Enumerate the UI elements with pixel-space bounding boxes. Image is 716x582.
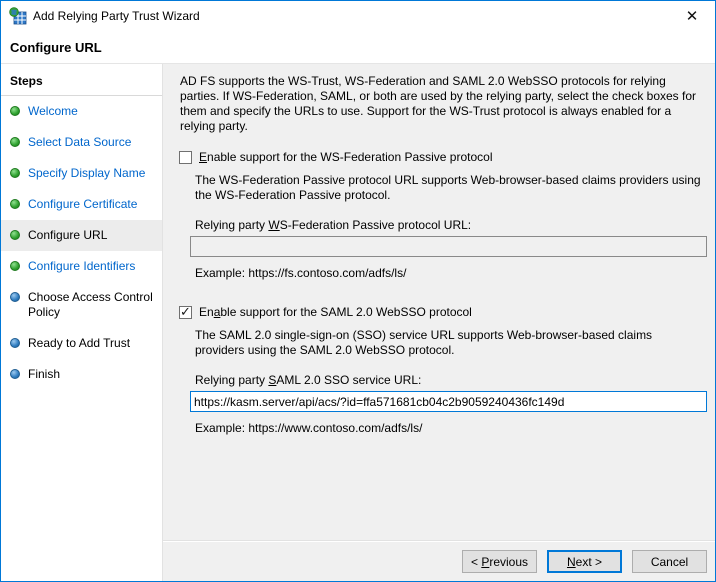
wsfed-url-label: Relying party WS-Federation Passive prot… (195, 218, 472, 232)
button-bar: < Previous Next > Cancel (163, 541, 715, 581)
wsfed-url-input (190, 236, 707, 257)
step-future-dot-icon (10, 369, 20, 379)
sidebar-item-configure-certificate[interactable]: Configure Certificate (1, 189, 162, 220)
page-header: Configure URL (1, 31, 715, 63)
step-completed-dot-icon (10, 168, 20, 178)
saml-example-text: Example: https://www.contoso.com/adfs/ls… (195, 421, 423, 435)
add-relying-party-trust-wizard-dialog: Add Relying Party Trust Wizard ✕ Configu… (0, 0, 716, 582)
wsfed-example-text: Example: https://fs.contoso.com/adfs/ls/ (195, 266, 407, 280)
sidebar-item-specify-display-name[interactable]: Specify Display Name (1, 158, 162, 189)
step-future-dot-icon (10, 292, 20, 302)
sidebar-item-configure-url[interactable]: Configure URL (1, 220, 162, 251)
intro-text: AD FS supports the WS-Trust, WS-Federati… (180, 74, 697, 133)
sidebar-item-welcome[interactable]: Welcome (1, 96, 162, 127)
adfs-wizard-icon (9, 7, 27, 25)
steps-sidebar: Steps Welcome Select Data Source Specify… (1, 64, 163, 581)
saml-checkbox-row: Enable support for the SAML 2.0 WebSSO p… (179, 304, 707, 320)
saml-enable-label[interactable]: Enable support for the SAML 2.0 WebSSO p… (199, 305, 472, 319)
previous-button[interactable]: < Previous (462, 550, 537, 573)
sidebar-item-ready-to-add-trust[interactable]: Ready to Add Trust (1, 328, 162, 359)
step-future-dot-icon (10, 338, 20, 348)
saml-url-label: Relying party SAML 2.0 SSO service URL: (195, 373, 422, 387)
saml-enable-checkbox[interactable] (179, 304, 192, 320)
steps-heading: Steps (1, 70, 162, 96)
saml-description: The SAML 2.0 single-sign-on (SSO) servic… (195, 328, 653, 357)
saml-url-input[interactable] (190, 391, 707, 412)
sidebar-item-choose-access-control-policy[interactable]: Choose Access Control Policy (1, 282, 162, 328)
step-current-dot-icon (10, 230, 20, 240)
wsfed-enable-checkbox[interactable] (179, 150, 192, 164)
dialog-body: Steps Welcome Select Data Source Specify… (1, 63, 715, 581)
step-completed-dot-icon (10, 106, 20, 116)
main-panel: AD FS supports the WS-Trust, WS-Federati… (163, 64, 715, 581)
step-completed-dot-icon (10, 137, 20, 147)
next-button[interactable]: Next > (547, 550, 622, 573)
step-completed-dot-icon (10, 261, 20, 271)
cancel-button[interactable]: Cancel (632, 550, 707, 573)
wsfed-description: The WS-Federation Passive protocol URL s… (195, 173, 701, 202)
wsfed-enable-label[interactable]: Enable support for the WS-Federation Pas… (199, 150, 493, 164)
sidebar-item-configure-identifiers[interactable]: Configure Identifiers (1, 251, 162, 282)
page-title: Configure URL (10, 39, 102, 55)
sidebar-item-finish[interactable]: Finish (1, 359, 162, 390)
step-completed-dot-icon (10, 199, 20, 209)
wsfed-checkbox-row: Enable support for the WS-Federation Pas… (179, 150, 707, 164)
close-icon[interactable]: ✕ (677, 4, 707, 28)
window-title: Add Relying Party Trust Wizard (33, 9, 200, 23)
sidebar-item-select-data-source[interactable]: Select Data Source (1, 127, 162, 158)
title-bar: Add Relying Party Trust Wizard ✕ (1, 1, 715, 31)
